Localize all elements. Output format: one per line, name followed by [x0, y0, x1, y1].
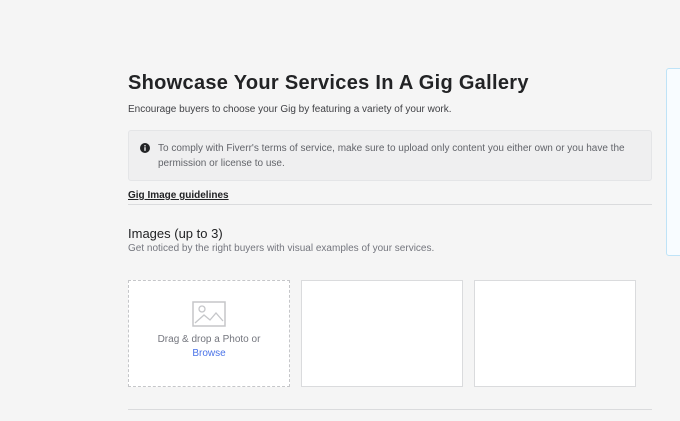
image-slot-3[interactable]	[474, 280, 636, 387]
drag-drop-prompt: Drag & drop a Photo or	[157, 334, 261, 345]
image-placeholder-icon	[192, 301, 226, 327]
info-icon	[140, 143, 150, 153]
divider	[128, 409, 652, 410]
dropzone-text: Drag & drop a Photo or Browse	[129, 333, 289, 361]
browse-link[interactable]: Browse	[129, 347, 289, 361]
images-section-title: Images (up to 3)	[128, 226, 223, 241]
image-upload-dropzone[interactable]: Drag & drop a Photo or Browse	[128, 280, 290, 387]
divider	[128, 204, 652, 205]
side-tips-panel	[666, 68, 680, 256]
image-slot-2[interactable]	[301, 280, 463, 387]
page-subtitle: Encourage buyers to choose your Gig by f…	[128, 104, 452, 115]
page-title: Showcase Your Services In A Gig Gallery	[128, 72, 529, 94]
notice-text: To comply with Fiverr's terms of service…	[158, 143, 625, 169]
gig-image-guidelines-link[interactable]: Gig Image guidelines	[128, 190, 229, 201]
images-section-description: Get noticed by the right buyers with vis…	[128, 243, 435, 254]
terms-notice: To comply with Fiverr's terms of service…	[128, 130, 652, 181]
